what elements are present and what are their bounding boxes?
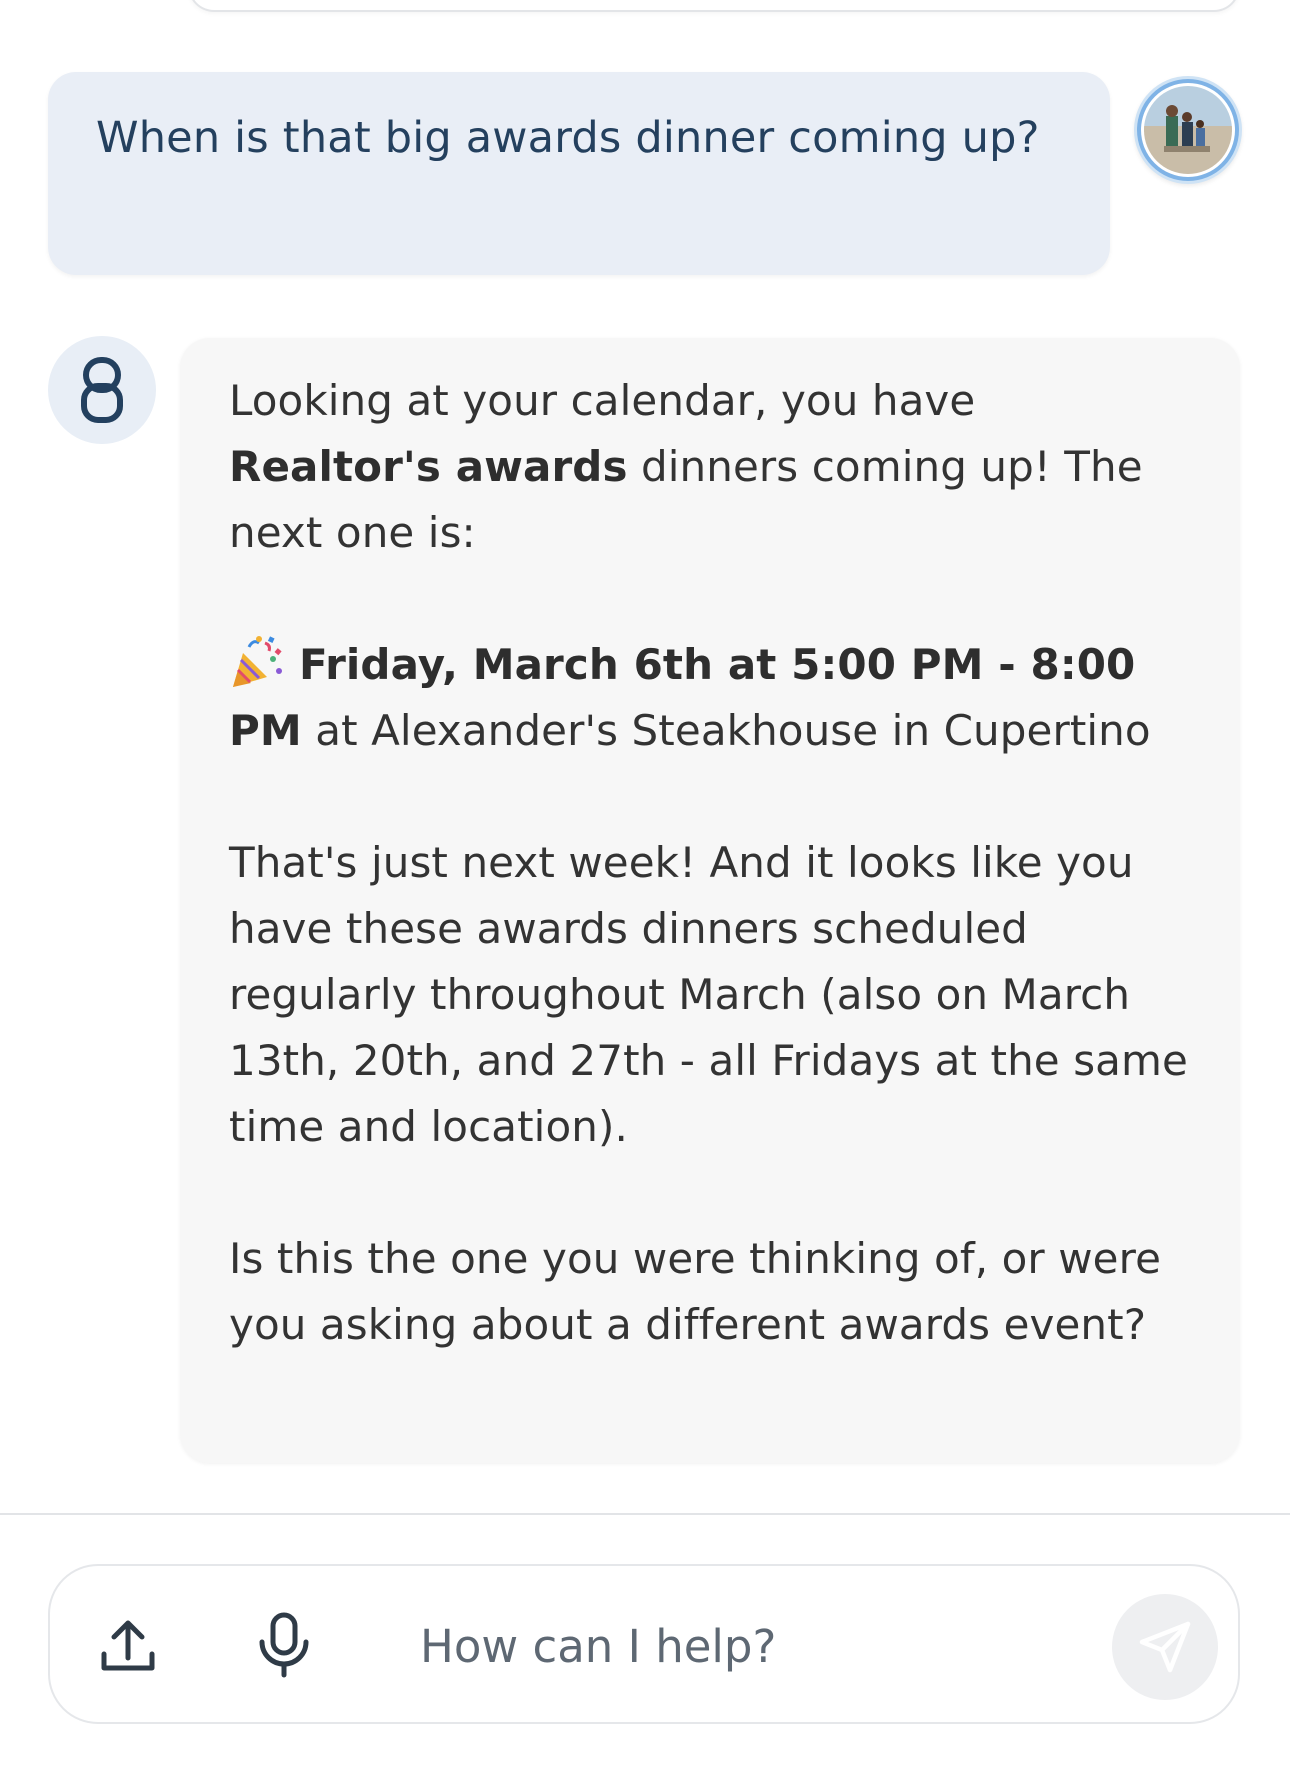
microphone-button[interactable] <box>256 1612 312 1678</box>
assistant-logo-icon <box>81 357 123 423</box>
microphone-icon <box>259 1612 309 1678</box>
event-location: at Alexander's Steakhouse in Cupertino <box>301 706 1151 755</box>
assistant-paragraph-1: Looking at your calendar, you have Realt… <box>229 368 1198 566</box>
chat-screen: When is that big awards dinner coming up… <box>0 0 1290 1765</box>
user-message-text: When is that big awards dinner coming up… <box>96 113 1040 163</box>
assistant-paragraph-4: Is this the one you were thinking of, or… <box>229 1234 1162 1349</box>
user-message-bubble: When is that big awards dinner coming up… <box>48 72 1110 275</box>
upload-button[interactable] <box>98 1616 158 1676</box>
text-segment: Looking at your calendar, you have <box>229 376 976 425</box>
assistant-paragraph-event: Friday, March 6th at 5:00 PM - 8:00 PM a… <box>229 632 1198 764</box>
user-avatar[interactable] <box>1134 76 1242 184</box>
assistant-message-text: Looking at your calendar, you have Realt… <box>229 368 1198 1358</box>
upload-icon <box>101 1620 155 1671</box>
message-input[interactable] <box>420 1606 1050 1686</box>
composer-divider <box>0 1513 1290 1515</box>
assistant-avatar <box>48 336 156 444</box>
message-composer <box>48 1564 1240 1724</box>
party-popper-icon <box>233 636 282 687</box>
send-icon <box>1139 1621 1191 1673</box>
send-button[interactable] <box>1112 1594 1218 1700</box>
assistant-message-bubble: Looking at your calendar, you have Realt… <box>180 338 1240 1463</box>
bold-text: Realtor's awards <box>229 442 628 491</box>
assistant-paragraph-3: That's just next week! And it looks like… <box>229 838 1188 1151</box>
previous-message-card <box>188 0 1240 12</box>
